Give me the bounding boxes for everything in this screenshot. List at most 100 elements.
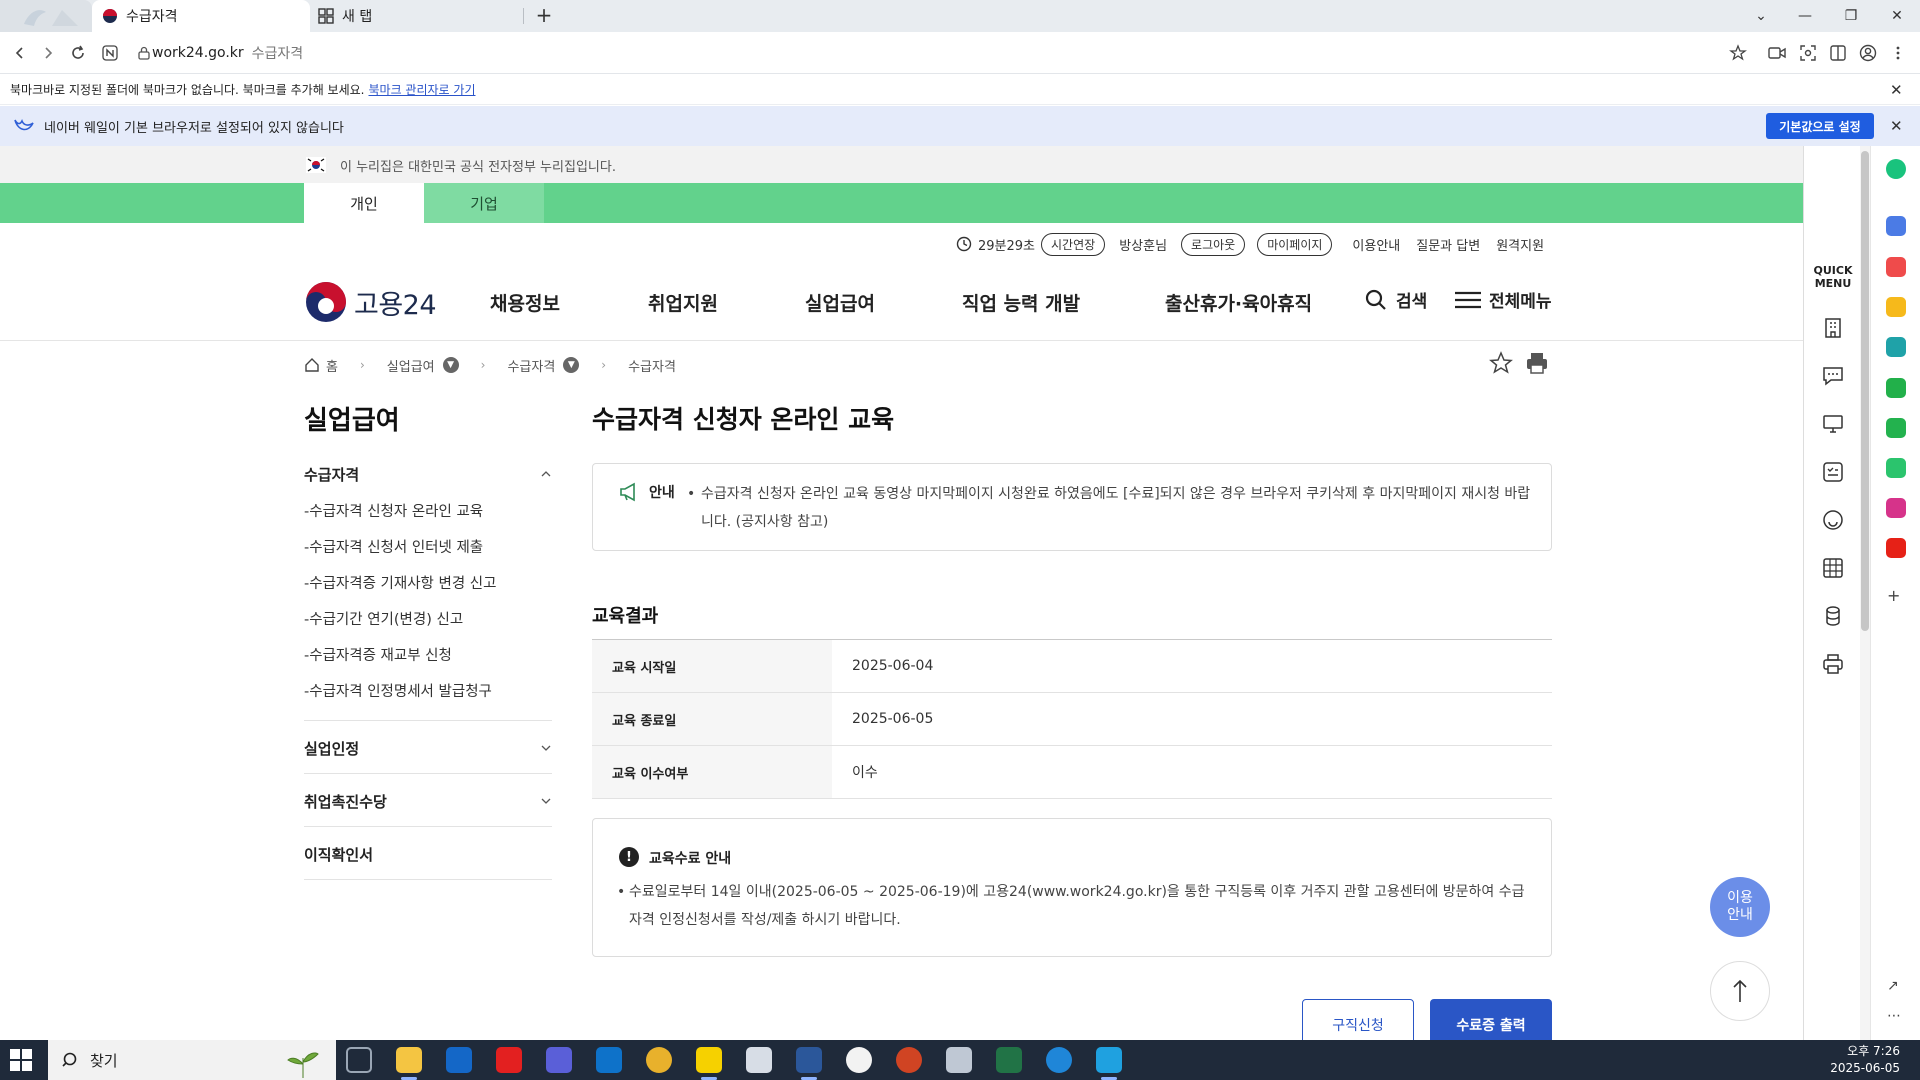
search-button[interactable]: 검색: [1364, 287, 1427, 312]
pocket-app-icon[interactable]: [1886, 257, 1906, 277]
util-link-guide[interactable]: 이용안내: [1352, 235, 1400, 254]
breadcrumb-benefit[interactable]: 실업급여: [387, 356, 435, 375]
site-logo[interactable]: 고용24: [304, 280, 437, 324]
extend-time-button[interactable]: 시간연장: [1041, 232, 1106, 256]
tab-personal[interactable]: 개인: [304, 183, 424, 223]
checklist-icon[interactable]: [1821, 460, 1845, 484]
taskbar-clock[interactable]: 오후 7:26 2025-06-05: [1830, 1043, 1900, 1077]
external-link-icon[interactable]: ↗: [1887, 978, 1899, 994]
split-view-button[interactable]: [1826, 41, 1850, 65]
edge-icon[interactable]: [1046, 1047, 1072, 1073]
gnb-parental-leave[interactable]: 출산휴가·육아휴직: [1165, 289, 1312, 316]
excel-icon[interactable]: [996, 1047, 1022, 1073]
util-link-qna[interactable]: 질문과 답변: [1416, 235, 1480, 254]
restore-button[interactable]: ❐: [1828, 0, 1874, 32]
close-infobar-button[interactable]: ✕: [1890, 117, 1903, 135]
lnb-item-period-extension[interactable]: -수급기간 연기(변경) 신고: [304, 608, 463, 629]
scroll-top-button[interactable]: [1710, 961, 1770, 1021]
forward-button[interactable]: [36, 41, 60, 65]
breadcrumb-dropdown-icon[interactable]: ▼: [442, 357, 459, 373]
new-tab-button[interactable]: +: [532, 4, 556, 28]
kakaotalk-icon[interactable]: [696, 1047, 722, 1073]
lnb-item-internet-submit[interactable]: -수급자격 신청서 인터넷 제출: [304, 536, 483, 557]
star-app-icon[interactable]: [1886, 297, 1906, 317]
favorite-star-icon[interactable]: [1488, 350, 1514, 376]
capture-button[interactable]: [1796, 41, 1820, 65]
back-button[interactable]: [8, 41, 32, 65]
gnb-unemployment-benefit[interactable]: 실업급여: [805, 289, 875, 316]
breadcrumb-eligibility[interactable]: 수급자격: [507, 356, 555, 375]
set-default-button[interactable]: 기본값으로 설정: [1766, 113, 1874, 139]
chat-icon[interactable]: [1821, 364, 1845, 388]
lnb-item-statement[interactable]: -수급자격 인정명세서 발급청구: [304, 680, 492, 701]
webtoon-app-icon[interactable]: [1886, 458, 1906, 478]
naver-home-button[interactable]: [98, 41, 122, 65]
paint-icon[interactable]: [746, 1047, 772, 1073]
lnb-item-online-education[interactable]: -수급자격 신청자 온라인 교육: [304, 500, 483, 521]
bookmark-manager-link[interactable]: 북마크 관리자로 가기: [369, 81, 476, 98]
gnb-jobs[interactable]: 채용정보: [490, 289, 560, 316]
gnb-vocational-training[interactable]: 직업 능력 개발: [962, 289, 1080, 316]
close-bookmark-bar-button[interactable]: ✕: [1890, 81, 1903, 99]
profile-button[interactable]: [1856, 41, 1880, 65]
logout-button[interactable]: 로그아웃: [1181, 232, 1246, 256]
lnb-group-separation-cert[interactable]: 이직확인서: [304, 844, 552, 865]
video-button[interactable]: [1765, 41, 1789, 65]
coins-icon[interactable]: [1821, 604, 1845, 628]
bookmark-star-button[interactable]: [1726, 41, 1750, 65]
translate-app-icon[interactable]: [1886, 337, 1906, 357]
reload-button[interactable]: [66, 41, 90, 65]
mypage-button[interactable]: 마이페이지: [1257, 232, 1333, 256]
url-field[interactable]: work24.go.kr 수급자격: [132, 38, 1788, 68]
youtube-icon[interactable]: [496, 1047, 522, 1073]
more-horizontal-icon[interactable]: ⋯: [1887, 1008, 1901, 1024]
task-view-icon[interactable]: [346, 1047, 372, 1073]
lnb-group-eligibility[interactable]: 수급자격: [304, 464, 552, 484]
more-menu-button[interactable]: [1886, 41, 1910, 65]
green-circle-app-icon[interactable]: [1886, 159, 1906, 179]
calculator-icon[interactable]: [1821, 556, 1845, 580]
gnb-employment-support[interactable]: 취업지원: [648, 289, 718, 316]
building-icon[interactable]: [1821, 316, 1845, 340]
smile-icon[interactable]: [1821, 508, 1845, 532]
lnb-item-change-report[interactable]: -수급자격증 기재사항 변경 신고: [304, 572, 496, 593]
tab-active[interactable]: 수급자격: [92, 0, 310, 32]
print-certificate-button[interactable]: 수료증 출력: [1430, 999, 1552, 1040]
stock-app-icon[interactable]: [1886, 418, 1906, 438]
file-explorer-icon[interactable]: [396, 1047, 422, 1073]
tab-company[interactable]: 기업: [424, 183, 544, 223]
chatgpt-icon[interactable]: [846, 1047, 872, 1073]
lnb-group-allowance[interactable]: 취업촉진수당: [304, 791, 552, 811]
calendar-app-icon[interactable]: [1886, 216, 1906, 236]
word-icon[interactable]: [796, 1047, 822, 1073]
youtube-app-icon[interactable]: [1886, 538, 1906, 558]
chrome-icon[interactable]: [646, 1047, 672, 1073]
minimize-button[interactable]: —: [1782, 0, 1828, 32]
pinned-tab[interactable]: [0, 0, 92, 32]
whale-gray-icon[interactable]: [946, 1047, 972, 1073]
outlook-icon[interactable]: [446, 1047, 472, 1073]
breadcrumb-dropdown-icon[interactable]: ▼: [563, 357, 580, 373]
lnb-group-recognition[interactable]: 실업인정: [304, 738, 552, 758]
windows-start-icon[interactable]: [10, 1049, 32, 1071]
outlook-classic-icon[interactable]: [596, 1047, 622, 1073]
monitor-icon[interactable]: [1821, 412, 1845, 436]
printer-icon[interactable]: [1821, 652, 1845, 676]
instagram-app-icon[interactable]: [1886, 498, 1906, 518]
add-app-icon[interactable]: +: [1887, 586, 1900, 605]
util-link-remote[interactable]: 원격지원: [1496, 235, 1544, 254]
close-window-button[interactable]: ✕: [1874, 0, 1920, 32]
print-icon[interactable]: [1524, 350, 1550, 376]
powerpoint-icon[interactable]: [896, 1047, 922, 1073]
breadcrumb-home[interactable]: 홈: [326, 356, 338, 375]
tab-new[interactable]: 새 탭: [312, 0, 524, 32]
whale-browser-icon[interactable]: [1096, 1047, 1122, 1073]
all-menu-button[interactable]: 전체메뉴: [1455, 287, 1552, 312]
usage-guide-float-button[interactable]: 이용 안내: [1710, 877, 1770, 937]
camera-app-icon[interactable]: [546, 1047, 572, 1073]
page-scrollbar-thumb[interactable]: [1861, 151, 1869, 631]
tab-list-chevron-icon[interactable]: ⌄: [1738, 0, 1784, 32]
job-application-button[interactable]: 구직신청: [1302, 999, 1414, 1040]
taskbar-search[interactable]: 찾기: [48, 1040, 336, 1080]
lnb-item-reissue[interactable]: -수급자격증 재교부 신청: [304, 644, 452, 665]
